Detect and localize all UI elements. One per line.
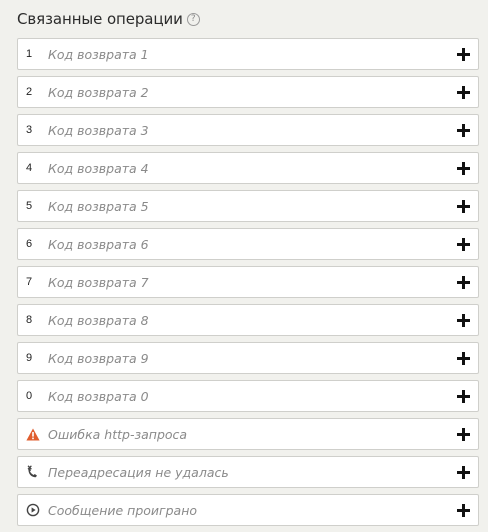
row-label: Код возврата 7 xyxy=(48,274,149,290)
linked-operations-panel: Связанные операции ? 1 Код возврата 1 2 … xyxy=(0,0,488,526)
operations-list: 1 Код возврата 1 2 Код возврата 2 3 Код … xyxy=(17,38,479,532)
row-key: 9 xyxy=(26,352,33,364)
row-label: Код возврата 0 xyxy=(48,388,149,404)
call-forward-failed-icon xyxy=(18,465,48,479)
add-icon[interactable] xyxy=(448,305,478,335)
operation-row-4[interactable]: 4 Код возврата 4 xyxy=(17,152,479,184)
row-key: 6 xyxy=(26,238,33,250)
row-key: 3 xyxy=(26,124,33,136)
playback-finished-icon xyxy=(18,503,48,517)
add-icon[interactable] xyxy=(448,191,478,221)
panel-header: Связанные операции ? xyxy=(17,8,200,30)
add-icon[interactable] xyxy=(448,419,478,449)
row-key: 5 xyxy=(26,200,33,212)
add-icon[interactable] xyxy=(448,495,478,525)
operation-row-5[interactable]: 5 Код возврата 5 xyxy=(17,190,479,222)
add-icon[interactable] xyxy=(448,153,478,183)
row-label: Код возврата 5 xyxy=(48,198,149,214)
operation-row-message-played[interactable]: Сообщение проиграно xyxy=(17,494,479,526)
row-label: Переадресация не удалась xyxy=(48,464,229,480)
row-key: 0 xyxy=(26,390,33,402)
row-label: Код возврата 9 xyxy=(48,350,149,366)
row-key: 4 xyxy=(26,162,33,174)
row-label: Ошибка http-запроса xyxy=(48,426,188,442)
operation-row-0[interactable]: 0 Код возврата 0 xyxy=(17,380,479,412)
add-icon[interactable] xyxy=(448,457,478,487)
operation-row-2[interactable]: 2 Код возврата 2 xyxy=(17,76,479,108)
add-icon[interactable] xyxy=(448,115,478,145)
warning-triangle-icon xyxy=(18,428,48,441)
row-label: Код возврата 1 xyxy=(48,46,149,62)
row-key: 1 xyxy=(26,48,33,60)
help-icon[interactable]: ? xyxy=(186,12,200,26)
operation-row-9[interactable]: 9 Код возврата 9 xyxy=(17,342,479,374)
row-label: Код возврата 2 xyxy=(48,84,149,100)
add-icon[interactable] xyxy=(448,381,478,411)
row-key: 7 xyxy=(26,276,33,288)
row-label: Сообщение проиграно xyxy=(48,502,198,518)
operation-row-http-error[interactable]: Ошибка http-запроса xyxy=(17,418,479,450)
row-label: Код возврата 8 xyxy=(48,312,149,328)
panel-title: Связанные операции xyxy=(17,10,183,28)
operation-row-6[interactable]: 6 Код возврата 6 xyxy=(17,228,479,260)
add-icon[interactable] xyxy=(448,267,478,297)
add-icon[interactable] xyxy=(448,77,478,107)
operation-row-forward-failed[interactable]: Переадресация не удалась xyxy=(17,456,479,488)
add-icon[interactable] xyxy=(448,39,478,69)
row-label: Код возврата 4 xyxy=(48,160,149,176)
row-key: 2 xyxy=(26,86,33,98)
operation-row-7[interactable]: 7 Код возврата 7 xyxy=(17,266,479,298)
operation-row-1[interactable]: 1 Код возврата 1 xyxy=(17,38,479,70)
operation-row-3[interactable]: 3 Код возврата 3 xyxy=(17,114,479,146)
operation-row-8[interactable]: 8 Код возврата 8 xyxy=(17,304,479,336)
row-label: Код возврата 3 xyxy=(48,122,149,138)
add-icon[interactable] xyxy=(448,343,478,373)
row-label: Код возврата 6 xyxy=(48,236,149,252)
row-key: 8 xyxy=(26,314,33,326)
add-icon[interactable] xyxy=(448,229,478,259)
